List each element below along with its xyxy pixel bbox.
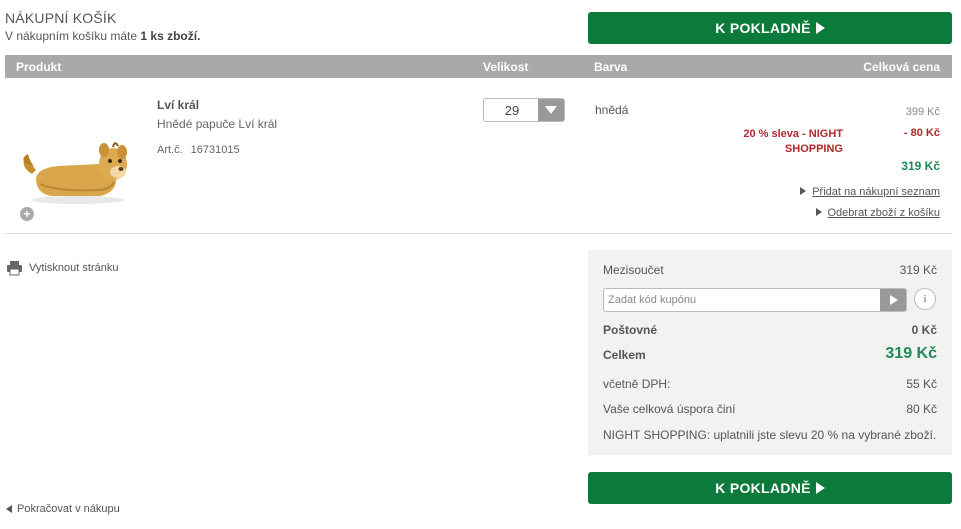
page-title: NÁKUPNÍ KOŠÍK xyxy=(5,10,117,26)
checkout-label: K POKLADNĚ xyxy=(715,480,811,496)
column-header-color: Barva xyxy=(594,60,628,74)
discount-label: 20 % sleva - NIGHT SHOPPING xyxy=(743,128,843,155)
discount-value: - 80 Kč xyxy=(903,127,940,139)
savings-label: Vaše celková úspora činí xyxy=(603,402,736,416)
coupon-input[interactable] xyxy=(604,289,874,311)
price-original: 399 Kč xyxy=(905,106,940,118)
play-arrow-icon xyxy=(815,482,825,494)
total-row: Celkem 319 Kč xyxy=(603,345,937,362)
coupon-submit-arrow-icon[interactable] xyxy=(880,289,906,311)
cart-table-header: Produkt Velikost Barva Celková cena xyxy=(5,55,952,78)
subtotal-label: Mezisoučet xyxy=(603,263,664,277)
triangle-right-icon xyxy=(800,187,807,195)
checkout-button-top[interactable]: K POKLADNĚ xyxy=(588,12,952,44)
shipping-row: Poštovné 0 Kč xyxy=(603,323,937,337)
size-select[interactable]: 29 xyxy=(483,98,565,122)
product-article-number: Art.č. 16731015 xyxy=(157,144,240,156)
column-header-product: Produkt xyxy=(16,60,62,74)
article-label: Art.č. xyxy=(157,144,183,156)
cart-text-prefix: V nákupním košíku máte xyxy=(5,29,141,43)
continue-shopping-link[interactable]: Pokračovat v nákupu xyxy=(6,503,120,515)
cart-count: 1 ks zboží. xyxy=(140,29,201,43)
product-description: Hnědé papuče Lví král xyxy=(157,117,278,131)
add-to-wishlist-link[interactable]: Přidat na nákupní seznam xyxy=(800,186,940,198)
checkout-label: K POKLADNĚ xyxy=(715,20,811,36)
checkout-button-bottom[interactable]: K POKLADNĚ xyxy=(588,472,952,504)
print-page-link[interactable]: Vytisknout stránku xyxy=(6,260,118,276)
vat-label: včetně DPH: xyxy=(603,377,671,391)
remove-item-label: Odebrat zboží z košíku xyxy=(827,207,941,219)
article-number: 16731015 xyxy=(190,144,240,156)
product-name[interactable]: Lví král xyxy=(157,98,199,112)
night-shopping-note: NIGHT SHOPPING: uplatnili jste slevu 20 … xyxy=(603,428,937,442)
triangle-left-icon xyxy=(6,505,12,513)
printer-icon xyxy=(7,261,22,276)
shipping-value: 0 Kč xyxy=(911,323,937,337)
column-header-total-price: Celková cena xyxy=(863,60,940,74)
coupon-field xyxy=(603,288,907,312)
vat-row: včetně DPH: 55 Kč xyxy=(603,377,937,391)
column-header-size: Velikost xyxy=(483,60,529,74)
product-image[interactable] xyxy=(18,134,136,206)
order-summary: Mezisoučet 319 Kč i Poštovné 0 Kč Celkem… xyxy=(588,250,952,455)
total-label: Celkem xyxy=(603,348,646,362)
price-final: 319 Kč xyxy=(901,159,940,173)
remove-item-link[interactable]: Odebrat zboží z košíku xyxy=(815,207,941,219)
size-value: 29 xyxy=(504,103,520,118)
total-value: 319 Kč xyxy=(885,345,937,362)
chevron-down-icon[interactable] xyxy=(538,99,564,121)
divider xyxy=(5,233,952,234)
info-icon[interactable]: i xyxy=(914,288,936,310)
shipping-label: Poštovné xyxy=(603,323,658,337)
vat-value: 55 Kč xyxy=(906,377,937,391)
triangle-right-icon xyxy=(815,208,822,216)
zoom-plus-icon[interactable]: + xyxy=(20,207,34,221)
play-arrow-icon xyxy=(815,22,825,34)
subtotal-row: Mezisoučet 319 Kč xyxy=(603,263,937,277)
continue-shopping-label: Pokračovat v nákupu xyxy=(17,503,120,515)
add-to-wishlist-label: Přidat na nákupní seznam xyxy=(812,186,940,198)
print-page-label: Vytisknout stránku xyxy=(29,262,119,274)
subtotal-value: 319 Kč xyxy=(899,263,937,277)
savings-row: Vaše celková úspora činí 80 Kč xyxy=(603,402,937,416)
savings-value: 80 Kč xyxy=(906,402,937,416)
cart-summary-text: V nákupním košíku máte 1 ks zboží. xyxy=(5,29,200,43)
product-color: hnědá xyxy=(595,103,629,117)
